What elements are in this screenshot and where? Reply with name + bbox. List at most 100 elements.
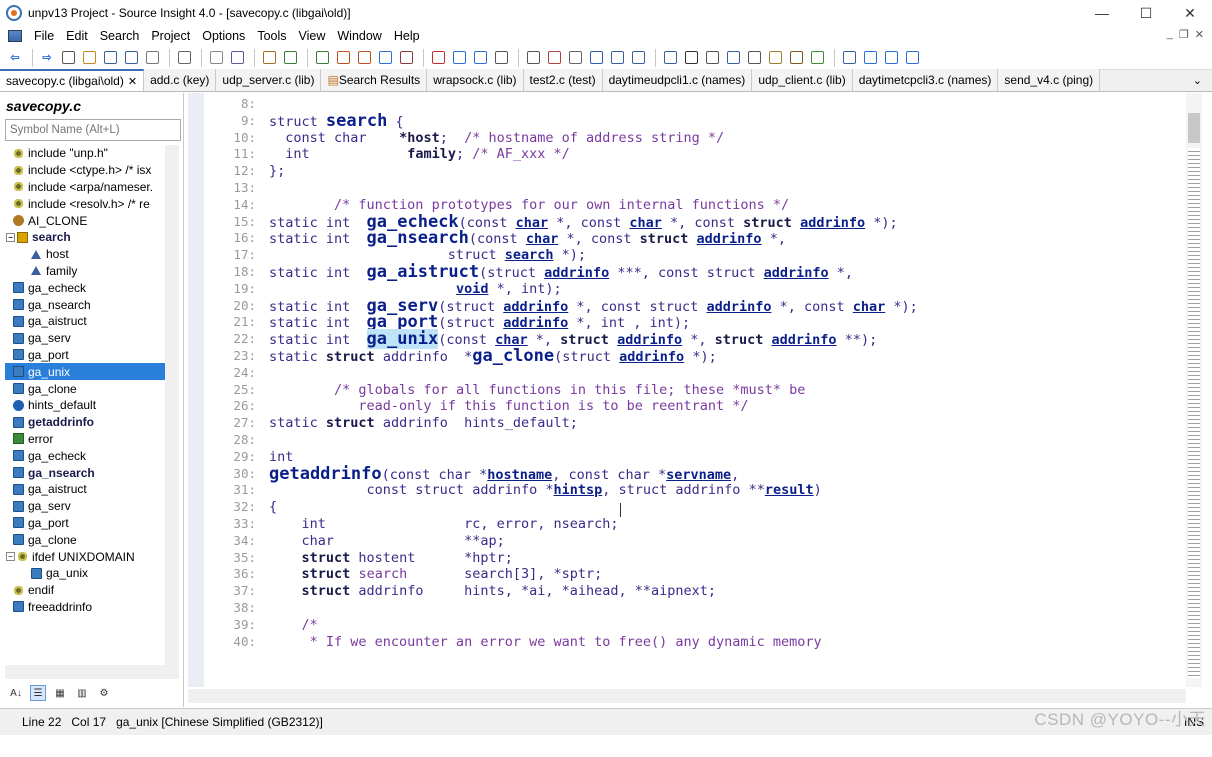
menu-file[interactable]: File	[28, 29, 60, 43]
jump-icon[interactable]	[471, 49, 489, 67]
symbol-item[interactable]: ga_aistruct	[5, 313, 165, 330]
code-line[interactable]: 22: static int ga_unix(const char *, stru…	[188, 329, 1186, 350]
minimize-button[interactable]: —	[1080, 0, 1124, 26]
code-line[interactable]: 18: static int ga_aistruct(struct addrinf…	[188, 263, 1186, 281]
code-line[interactable]: 14: /* function prototypes for our own i…	[188, 196, 1186, 214]
code-line[interactable]: 34: char **ap;	[188, 532, 1186, 550]
mdi-restore-button[interactable]: ❐	[1179, 28, 1189, 41]
code-text[interactable]: * If we encounter an error we want to fr…	[269, 633, 822, 651]
code-line[interactable]: 27: static struct addrinfo hints_default;	[188, 414, 1186, 432]
code-text[interactable]: read-only if this function is to be reen…	[269, 397, 748, 415]
editor-horizontal-scrollbar[interactable]	[188, 689, 1186, 703]
symbol-list-horizontal-scrollbar[interactable]	[5, 665, 179, 679]
relation-icon[interactable]	[724, 49, 742, 67]
replace-icon[interactable]	[355, 49, 373, 67]
symbol-item[interactable]: ga_echeck	[5, 447, 165, 464]
scroll-thumb[interactable]	[1188, 113, 1200, 143]
tab[interactable]: daytimetcpcli3.c (names)	[852, 69, 999, 91]
menu-project[interactable]: Project	[145, 29, 196, 43]
symbol-item[interactable]: include <resolv.h> /* re	[5, 195, 165, 212]
context-icon[interactable]	[745, 49, 763, 67]
settings-icon[interactable]	[682, 49, 700, 67]
code-text[interactable]: int rc, error, nsearch;	[269, 515, 619, 533]
list-view-icon[interactable]: ☰	[30, 685, 46, 701]
code-line[interactable]: 28:	[188, 431, 1186, 449]
tab-overflow-icon[interactable]: ⌄	[1193, 74, 1202, 87]
code-line[interactable]: 32: {	[188, 498, 1186, 516]
symbol-item[interactable]: ga_unix	[5, 363, 165, 381]
refs-icon[interactable]	[492, 49, 510, 67]
code-line[interactable]: 23: static struct addrinfo *ga_clone(stru…	[188, 347, 1186, 365]
symbol-item[interactable]: ga_unix	[5, 565, 165, 582]
symbol-item[interactable]: include <ctype.h> /* isx	[5, 162, 165, 179]
lookup-icon[interactable]	[376, 49, 394, 67]
symbol-item[interactable]: family	[5, 263, 165, 280]
code-line[interactable]: 24:	[188, 364, 1186, 382]
save-icon[interactable]	[101, 49, 119, 67]
code-line[interactable]: 20: static int ga_serv(struct addrinfo *,…	[188, 297, 1186, 315]
symbol-list-vertical-scrollbar[interactable]	[165, 145, 179, 665]
symbol-icon[interactable]	[587, 49, 605, 67]
menu-view[interactable]: View	[293, 29, 332, 43]
paste-icon[interactable]	[260, 49, 278, 67]
tab[interactable]: add.c (key)	[144, 69, 217, 91]
symbol-item[interactable]: ga_port	[5, 515, 165, 532]
code-line[interactable]: 39: /*	[188, 616, 1186, 634]
bookmark-icon[interactable]	[450, 49, 468, 67]
redo-icon[interactable]	[313, 49, 331, 67]
tab[interactable]: udp_server.c (lib)	[216, 69, 322, 91]
code-line[interactable]: 19: void *, int);	[188, 280, 1186, 298]
code-line[interactable]: 38:	[188, 599, 1186, 617]
code-text[interactable]: /* globals for all functions in this fil…	[269, 381, 805, 399]
symbol-item[interactable]: include <arpa/nameser.	[5, 179, 165, 196]
sort-alpha-icon[interactable]: A↓	[8, 685, 24, 701]
code-line[interactable]: 25: /* globals for all functions in this…	[188, 381, 1186, 399]
tab[interactable]: ▤ Search Results	[321, 69, 428, 91]
code-line[interactable]: 21: static int ga_port(struct addrinfo *,…	[188, 313, 1186, 331]
menu-help[interactable]: Help	[388, 29, 426, 43]
category-view-icon[interactable]: ▦	[52, 685, 68, 701]
forward-icon[interactable]: ⇨	[38, 49, 56, 67]
code-line[interactable]: 12:};	[188, 162, 1186, 180]
tree-toggle-icon[interactable]: −	[6, 232, 15, 242]
print-icon[interactable]	[175, 49, 193, 67]
window-icon[interactable]	[524, 49, 542, 67]
symbol-item[interactable]: ga_echeck	[5, 279, 165, 296]
undo-icon[interactable]	[281, 49, 299, 67]
document-menu-icon[interactable]	[8, 30, 22, 42]
tab[interactable]: daytimeudpcli1.c (names)	[602, 69, 753, 91]
menu-search[interactable]: Search	[94, 29, 146, 43]
cut-icon[interactable]	[207, 49, 225, 67]
code-line[interactable]: 9: struct search {	[188, 112, 1186, 130]
open-file-icon[interactable]	[80, 49, 98, 67]
close-file-icon[interactable]	[143, 49, 161, 67]
code-text[interactable]: const char *host; /* hostname of address…	[269, 129, 724, 147]
new-file-icon[interactable]	[59, 49, 77, 67]
symbol-item[interactable]: AI_CLONE	[5, 212, 165, 229]
book-icon[interactable]	[545, 49, 563, 67]
code-line[interactable]: 35: struct hostent *hptr;	[188, 549, 1186, 567]
cross-ref-icon[interactable]	[397, 49, 415, 67]
save-all-icon[interactable]	[122, 49, 140, 67]
code-line[interactable]: 16: static int ga_nsearch(const char *, c…	[188, 229, 1186, 247]
tab-active[interactable]: savecopy.c (libgai\old) ✕	[0, 69, 145, 91]
symbol-search-input[interactable]	[5, 119, 181, 141]
code-text[interactable]: {	[269, 498, 277, 516]
tab[interactable]: udp_client.c (lib)	[752, 69, 853, 91]
symbol-item[interactable]: − search	[5, 229, 165, 246]
code-editor[interactable]: 8: 9: struct search {10: const char *host;…	[188, 93, 1186, 687]
code-line[interactable]: 36: struct search search[3], *sptr;	[188, 565, 1186, 583]
files-icon[interactable]	[429, 49, 447, 67]
code-text[interactable]: static struct addrinfo hints_default;	[269, 414, 578, 432]
code-text[interactable]: char **ap;	[269, 532, 505, 550]
symbol-item[interactable]: freeaddrinfo	[5, 599, 165, 616]
code-line[interactable]: 33: int rc, error, nsearch;	[188, 515, 1186, 533]
tab[interactable]: wrapsock.c (lib)	[427, 69, 524, 91]
tab[interactable]: test2.c (test)	[523, 69, 603, 91]
cascade-icon[interactable]	[661, 49, 679, 67]
book-icon[interactable]: ▥	[74, 685, 90, 701]
tree-toggle-icon[interactable]: −	[6, 552, 15, 562]
symbol-item[interactable]: ga_serv	[5, 498, 165, 515]
hash-icon[interactable]	[808, 49, 826, 67]
code-text[interactable]: /*	[269, 616, 318, 634]
